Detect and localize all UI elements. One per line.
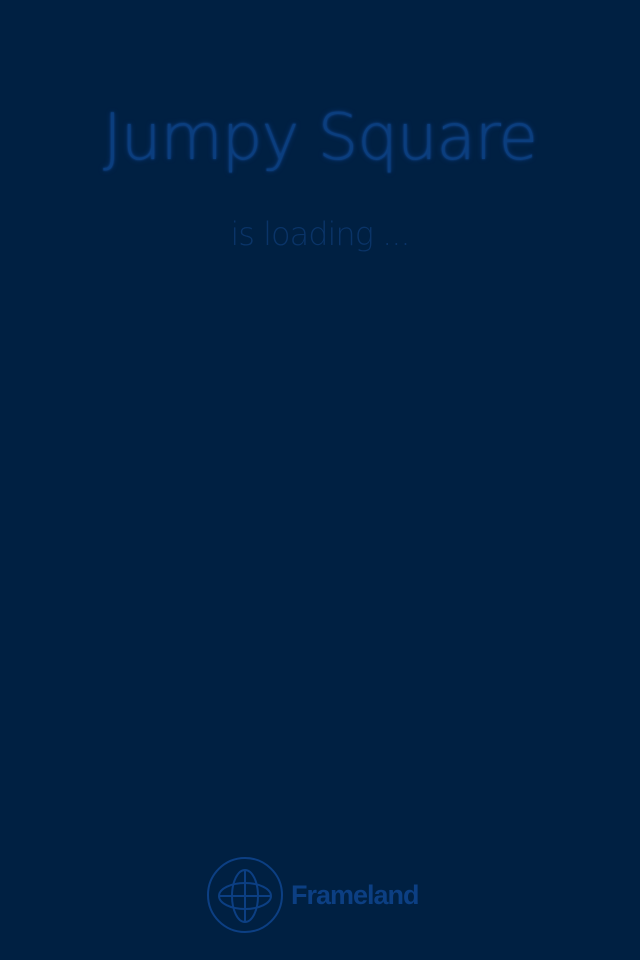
loading-status-text: is loading ... <box>230 215 410 253</box>
globe-orbit-icon <box>207 857 283 933</box>
game-title: Jumpy Square <box>103 101 538 175</box>
loading-screen: Jumpy Square is loading ... Frameland <box>0 0 640 960</box>
brand-name: Frameland <box>291 879 420 910</box>
publisher-brand: Frameland <box>205 855 420 935</box>
